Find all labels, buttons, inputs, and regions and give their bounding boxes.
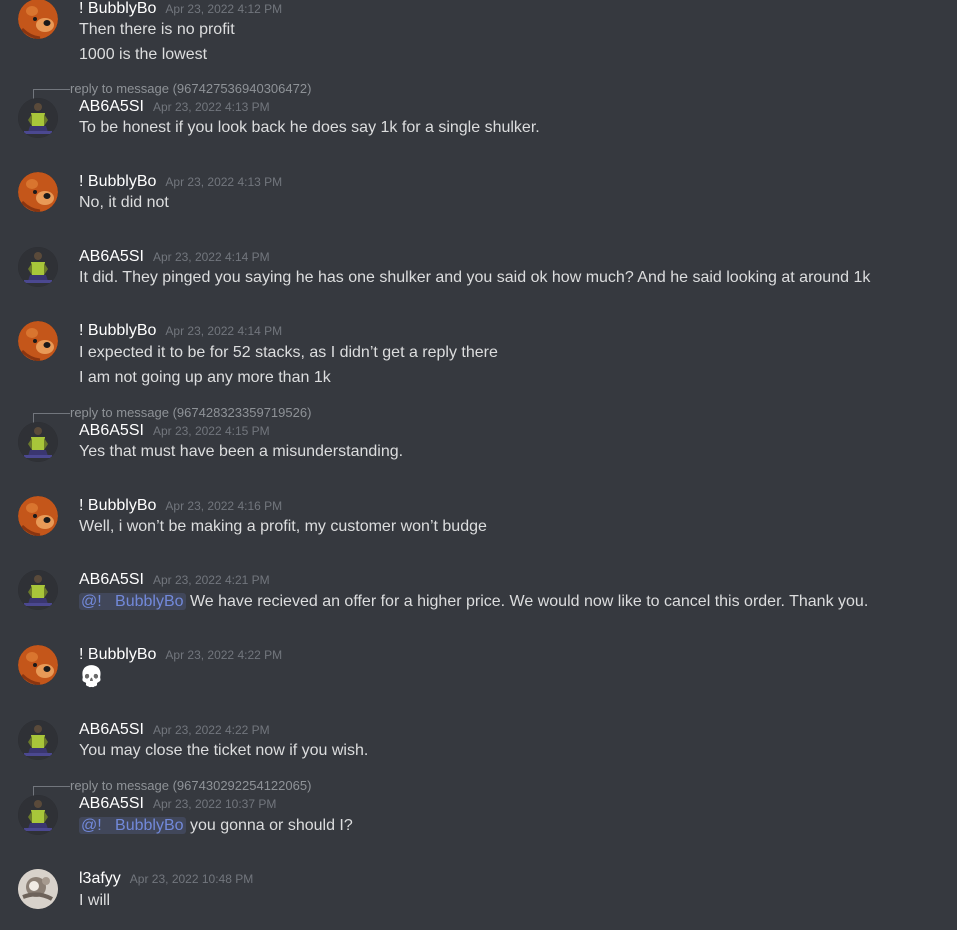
reply-reference[interactable]: reply to message (967430292254122065) (70, 779, 311, 793)
message-text: Then there is no profit (79, 21, 235, 38)
message-text: I expected it to be for 52 stacks, as I … (79, 344, 498, 361)
message-author[interactable]: ! BubblyBo Apr 23, 2022 4:16 PM (79, 497, 282, 515)
message-author[interactable]: AB6A5SI Apr 23, 2022 4:14 PM (79, 248, 270, 266)
message-timestamp: Apr 23, 2022 4:14 PM (152, 250, 270, 264)
message-text: Yes that must have been a misunderstandi… (79, 443, 404, 460)
message-author[interactable]: l3afyy Apr 23, 2022 10:48 PM (79, 870, 253, 888)
message-author[interactable]: ! BubblyBo Apr 23, 2022 4:22 PM (79, 646, 282, 664)
message-timestamp: Apr 23, 2022 10:48 PM (129, 872, 254, 886)
user-mention[interactable]: @! BubblyBo (79, 593, 186, 610)
message-text: @! BubblyBo you gonna or should I? (79, 816, 353, 836)
message-text: You may close the ticket now if you wish… (79, 742, 369, 759)
message-timestamp: Apr 23, 2022 10:37 PM (152, 797, 277, 811)
message-author[interactable]: ! BubblyBo Apr 23, 2022 4:14 PM (79, 322, 282, 340)
author-name[interactable]: ! BubblyBo (79, 173, 156, 190)
message-text: @! BubblyBo We have recieved an offer fo… (79, 592, 868, 612)
message-timestamp: Apr 23, 2022 4:16 PM (165, 499, 283, 513)
author-name[interactable]: AB6A5SI (79, 571, 144, 588)
message-timestamp: Apr 23, 2022 4:22 PM (165, 648, 283, 662)
message-text: Well, i won’t be making a profit, my cus… (79, 518, 487, 535)
author-name[interactable]: AB6A5SI (79, 795, 144, 812)
avatar[interactable] (18, 645, 58, 685)
message-text: I will (79, 892, 111, 909)
message-text: No, it did not (79, 194, 169, 211)
avatar[interactable] (18, 247, 58, 287)
message-author[interactable]: AB6A5SI Apr 23, 2022 10:37 PM (79, 795, 276, 813)
message-text: To be honest if you look back he does sa… (79, 119, 540, 136)
reply-reference[interactable]: reply to message (967428323359719526) (70, 406, 311, 420)
author-name[interactable]: ! BubblyBo (79, 497, 156, 514)
author-name[interactable]: AB6A5SI (79, 422, 144, 439)
message-text: It did. They pinged you saying he has on… (79, 269, 871, 286)
avatar[interactable] (18, 172, 58, 212)
author-name[interactable]: l3afyy (79, 870, 121, 887)
author-name[interactable]: AB6A5SI (79, 721, 144, 738)
avatar[interactable] (18, 869, 58, 909)
avatar[interactable] (18, 321, 58, 361)
avatar[interactable] (18, 422, 58, 462)
message-author[interactable]: ! BubblyBo Apr 23, 2022 4:12 PM (79, 0, 282, 18)
message-timestamp: Apr 23, 2022 4:12 PM (165, 2, 283, 16)
message-text: 1000 is the lowest (79, 46, 208, 63)
avatar[interactable] (18, 570, 58, 610)
avatar[interactable] (18, 98, 58, 138)
message-timestamp: Apr 23, 2022 4:13 PM (165, 175, 283, 189)
message-timestamp: Apr 23, 2022 4:14 PM (165, 324, 283, 338)
message-author[interactable]: AB6A5SI Apr 23, 2022 4:13 PM (79, 98, 270, 116)
avatar[interactable] (18, 0, 58, 39)
avatar[interactable] (18, 720, 58, 760)
message-timestamp: Apr 23, 2022 4:21 PM (152, 573, 270, 587)
message-author[interactable]: AB6A5SI Apr 23, 2022 4:22 PM (79, 721, 270, 739)
author-name[interactable]: AB6A5SI (79, 248, 144, 265)
author-name[interactable]: ! BubblyBo (79, 322, 156, 339)
message-list: ! BubblyBo Apr 23, 2022 4:12 PM Then ther… (0, 0, 957, 930)
message-author[interactable]: AB6A5SI Apr 23, 2022 4:21 PM (79, 571, 270, 589)
message-body: you gonna or should I? (189, 817, 353, 834)
reply-reference[interactable]: reply to message (967427536940306472) (70, 82, 311, 96)
author-name[interactable]: AB6A5SI (79, 98, 144, 115)
message-author[interactable]: ! BubblyBo Apr 23, 2022 4:13 PM (79, 173, 282, 191)
message-timestamp: Apr 23, 2022 4:15 PM (152, 424, 270, 438)
message-timestamp: Apr 23, 2022 4:22 PM (152, 723, 270, 737)
avatar[interactable] (18, 496, 58, 536)
message-author[interactable]: AB6A5SI Apr 23, 2022 4:15 PM (79, 422, 270, 440)
author-name[interactable]: ! BubblyBo (79, 646, 156, 663)
message-timestamp: Apr 23, 2022 4:13 PM (152, 100, 270, 114)
message-text: I am not going up any more than 1k (79, 369, 331, 386)
message-body: We have recieved an offer for a higher p… (189, 593, 869, 610)
skull-icon[interactable]: 💀 (79, 666, 104, 688)
user-mention[interactable]: @! BubblyBo (79, 817, 186, 834)
avatar[interactable] (18, 795, 58, 835)
author-name[interactable]: ! BubblyBo (79, 0, 156, 17)
